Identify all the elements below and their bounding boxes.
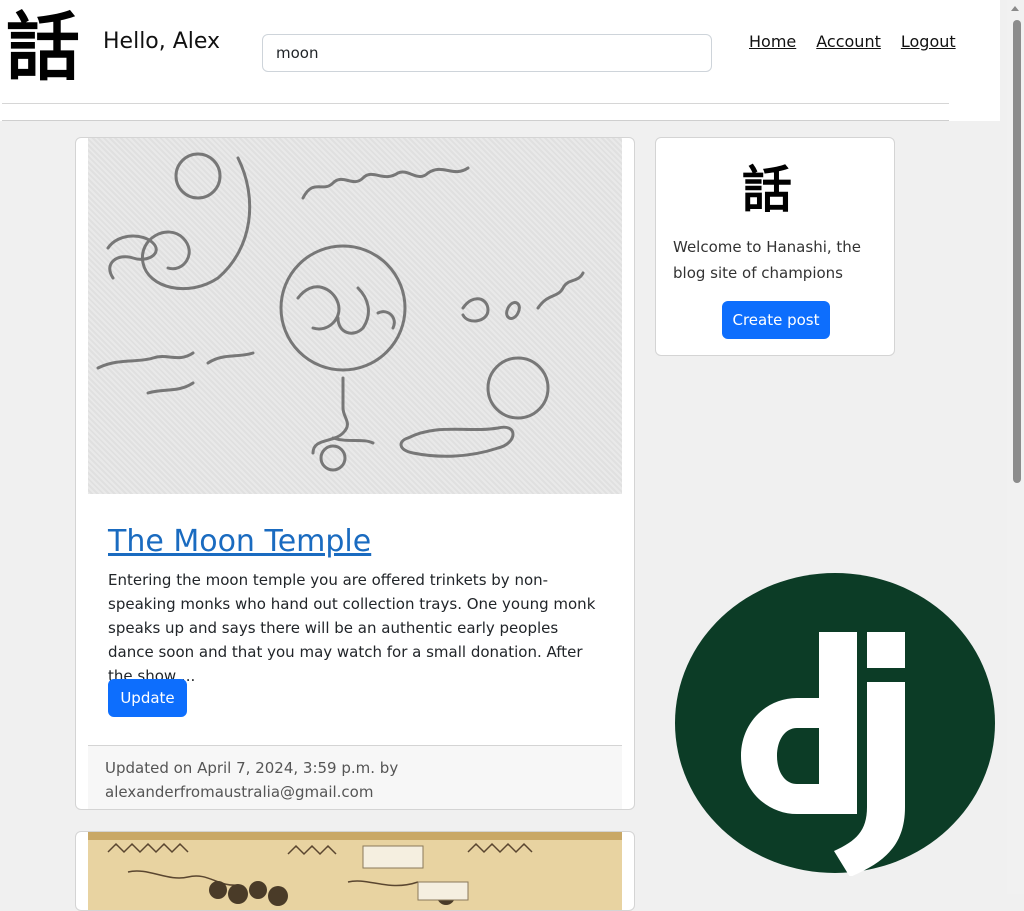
map-image [88, 832, 622, 910]
nav-account-link[interactable]: Account [816, 32, 881, 51]
post-card [75, 831, 635, 911]
header-divider [2, 103, 949, 104]
header: 話 Hello, Alex Home Account Logout [0, 0, 1000, 121]
fantasy-map-illustration [88, 832, 622, 910]
post-excerpt: Entering the moon temple you are offered… [108, 571, 596, 685]
django-icon [675, 573, 995, 877]
content-divider [2, 120, 949, 121]
django-logo [674, 572, 996, 877]
nav-home-link[interactable]: Home [749, 32, 796, 51]
create-post-button[interactable]: Create post [722, 301, 830, 339]
scrollbar[interactable] [1007, 0, 1024, 894]
welcome-card: 話 Welcome to Hanashi, the blog site of c… [655, 137, 895, 356]
post-card: The Moon Temple Entering the moon temple… [75, 137, 635, 810]
logo[interactable]: 話 [6, 6, 98, 90]
nav-links: Home Account Logout [749, 32, 956, 51]
scroll-thumb[interactable] [1013, 20, 1021, 483]
greeting-text: Hello, Alex [103, 29, 221, 54]
post-image [88, 138, 622, 494]
elvish-illustration [96, 152, 585, 472]
post-footer: Updated on April 7, 2024, 3:59 p.m. by a… [88, 745, 622, 809]
post-title-link[interactable]: The Moon Temple [108, 524, 371, 560]
scroll-up-arrow-icon[interactable] [1011, 6, 1019, 11]
welcome-text: Welcome to Hanashi, the blog site of cha… [673, 238, 862, 282]
sidebar-logo: 話 [742, 160, 792, 219]
update-button[interactable]: Update [108, 679, 187, 717]
nav-logout-link[interactable]: Logout [901, 32, 956, 51]
search-input[interactable] [262, 34, 712, 72]
